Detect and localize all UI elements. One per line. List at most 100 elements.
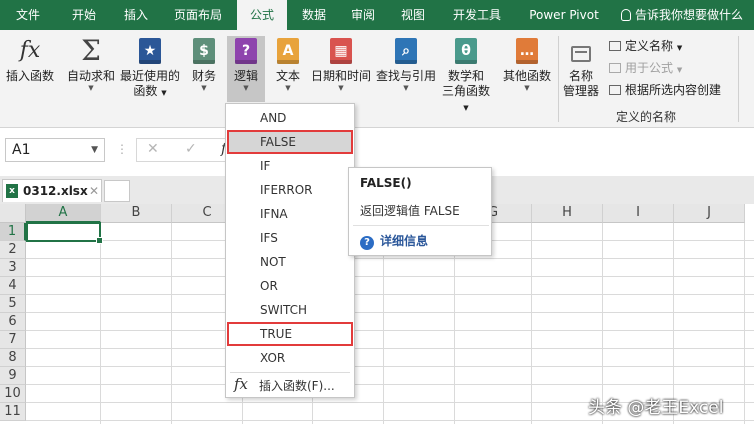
menu-item-ifs[interactable]: IFS [227, 226, 353, 250]
define-name-button[interactable]: 定义名称 ▼ [609, 37, 682, 55]
column-header-a[interactable]: A [26, 204, 101, 223]
lightbulb-icon [621, 9, 631, 21]
watermark: 头条 @老王Excel [588, 398, 724, 418]
name-manager-button[interactable]: 名称 管理器 [561, 40, 601, 99]
more-functions-button[interactable]: … 其他函数 ▼ [500, 36, 554, 93]
tab-insert[interactable]: 插入 [114, 0, 158, 30]
tell-me-text: 告诉我你想要做什么 [635, 8, 744, 22]
more-dots-icon: ⋮ [116, 142, 128, 156]
menu-divider [230, 372, 350, 373]
tab-review[interactable]: 审阅 [343, 0, 383, 30]
menu-item-not[interactable]: NOT [227, 250, 353, 274]
menu-item-or[interactable]: OR [227, 274, 353, 298]
column-header-j[interactable]: J [674, 204, 745, 223]
menu-item-iferror[interactable]: IFERROR [227, 178, 353, 202]
grid-line [26, 258, 754, 259]
help-icon: ? [360, 236, 374, 250]
grid-line [171, 223, 172, 424]
chevron-down-icon: ▼ [338, 84, 344, 92]
grid-line [26, 330, 754, 331]
tooltip-help-link[interactable]: ? 详细信息 [360, 232, 428, 250]
logical-button[interactable]: ? 逻辑 ▼ [227, 36, 265, 102]
selected-cell[interactable] [26, 222, 103, 244]
lookup-reference-button[interactable]: ⌕ 查找与引用 ▼ [374, 36, 438, 93]
tell-me-box[interactable]: 告诉我你想要做什么 [621, 0, 743, 30]
cancel-icon[interactable]: ✕ [147, 141, 159, 157]
new-workbook-tab[interactable] [104, 180, 130, 202]
tab-file[interactable]: 文件 [6, 0, 50, 30]
grid-line [531, 223, 532, 424]
menu-item-if[interactable]: IF [227, 154, 353, 178]
grid-line [26, 366, 754, 367]
column-header-b[interactable]: B [101, 204, 172, 223]
math-trig-button[interactable]: θ 数学和 三角函数 ▼ [440, 36, 492, 116]
row-header-4[interactable]: 4 [0, 277, 26, 295]
menu-item-switch[interactable]: SWITCH [227, 298, 353, 322]
sigma-icon: Σ [81, 34, 101, 67]
chevron-down-icon: ▼ [91, 145, 98, 155]
grid-line [744, 223, 745, 424]
menu-item-xor[interactable]: XOR [227, 346, 353, 370]
divider [738, 36, 739, 122]
row-header-7[interactable]: 7 [0, 331, 26, 349]
magnifier-book-icon: ⌕ [393, 36, 419, 66]
row-header-6[interactable]: 6 [0, 313, 26, 331]
logical-functions-menu: fx 插入函数(F)... AND FALSE IF IFERROR IFNA IFS NO… [225, 103, 355, 398]
row-header-1[interactable]: 1 [0, 223, 26, 241]
row-header-8[interactable]: 8 [0, 349, 26, 367]
menu-item-and[interactable]: AND [227, 106, 353, 130]
autosum-label: 自动求和 [66, 69, 115, 83]
menu-item-ifna[interactable]: IFNA [227, 202, 353, 226]
tab-developer[interactable]: 开发工具 [446, 0, 508, 30]
recently-used-label-2: 函数 ▼ [133, 84, 167, 98]
use-in-formula-button[interactable]: 用于公式 ▼ [609, 59, 682, 77]
grid-line [100, 223, 101, 424]
tab-home[interactable]: 开始 [62, 0, 106, 30]
math-trig-label-1: 数学和 [447, 69, 484, 83]
function-tooltip: FALSE() 返回逻辑值 FALSE ? 详细信息 [348, 167, 492, 256]
text-label: 文本 [275, 69, 300, 83]
workbook-tab[interactable]: x 0312.xlsx ✕ [2, 179, 102, 202]
enter-icon[interactable]: ✓ [185, 141, 197, 157]
menu-item-false[interactable]: FALSE [227, 130, 353, 154]
tab-page-layout[interactable]: 页面布局 [167, 0, 229, 30]
recently-used-button[interactable]: ★ 最近使用的 函数 ▼ [118, 36, 182, 101]
menu-item-true[interactable]: TRUE [227, 322, 353, 346]
logical-label: 逻辑 [233, 69, 258, 83]
text-button[interactable]: A 文本 ▼ [270, 36, 306, 93]
autosum-button[interactable]: Σ 自动求和 ▼ [64, 36, 118, 93]
tooltip-divider [353, 225, 489, 226]
excel-file-icon: x [6, 184, 18, 198]
ribbon-tab-bar: 文件 开始 插入 页面布局 公式 数据 审阅 视图 开发工具 Power Piv… [0, 0, 754, 30]
financial-label: 财务 [191, 69, 216, 83]
close-icon[interactable]: ✕ [89, 180, 99, 202]
tooltip-title: FALSE() [360, 176, 412, 190]
date-time-button[interactable]: ▦ 日期和时间 ▼ [310, 36, 372, 93]
tab-view[interactable]: 视图 [393, 0, 433, 30]
insert-function-button[interactable]: fx 插入函数 [4, 36, 56, 84]
chevron-down-icon: ▼ [524, 84, 530, 92]
row-header-3[interactable]: 3 [0, 259, 26, 277]
tab-formulas[interactable]: 公式 [237, 0, 287, 30]
create-from-selection-button[interactable]: 根据所选内容创建 [609, 81, 721, 99]
menu-item-insert-function[interactable]: 插入函数(F)... [259, 375, 335, 397]
more-functions-label: 其他函数 [502, 69, 551, 83]
calendar-book-icon: ▦ [328, 36, 354, 66]
select-all-corner[interactable] [0, 204, 26, 223]
row-header-10[interactable]: 10 [0, 385, 26, 403]
row-header-11[interactable]: 11 [0, 403, 26, 421]
name-box[interactable]: A1 ▼ [5, 138, 105, 162]
row-header-5[interactable]: 5 [0, 295, 26, 313]
column-header-i[interactable]: I [603, 204, 674, 223]
financial-button[interactable]: $ 财务 ▼ [186, 36, 222, 93]
row-header-2[interactable]: 2 [0, 241, 26, 259]
tooltip-description: 返回逻辑值 FALSE [360, 204, 460, 218]
ellipsis-book-icon: … [514, 36, 540, 66]
column-header-h[interactable]: H [532, 204, 603, 223]
tab-data[interactable]: 数据 [294, 0, 334, 30]
star-book-icon: ★ [137, 36, 163, 66]
recently-used-label-1: 最近使用的 [119, 69, 180, 83]
tab-power-pivot[interactable]: Power Pivot [524, 0, 604, 30]
row-header-9[interactable]: 9 [0, 367, 26, 385]
chevron-down-icon: ▼ [201, 84, 207, 92]
